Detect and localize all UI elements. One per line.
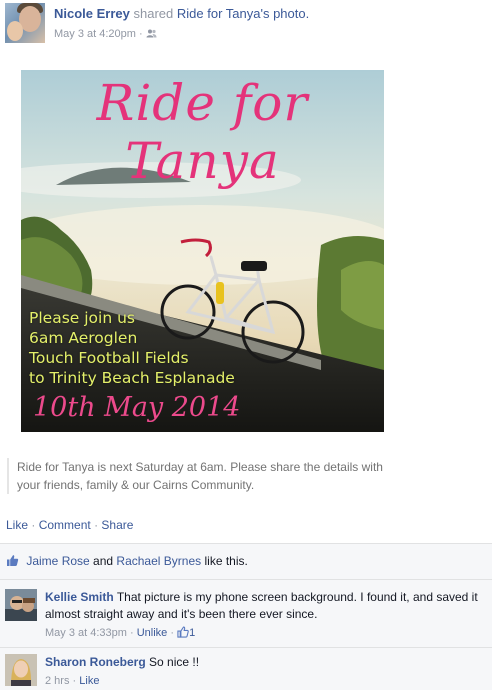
author-avatar[interactable] xyxy=(5,3,45,43)
poster-line: 6am Aeroglen xyxy=(29,329,138,347)
action-separator: · xyxy=(94,518,99,532)
likes-summary: Jaime Rose and Rachael Byrnes like this. xyxy=(6,554,248,570)
comment-body: Sharon Roneberg So nice !! 2 hrs · Like xyxy=(45,654,487,690)
post-header: Nicole Errey shared Ride for Tanya's pho… xyxy=(5,3,487,45)
poster-title: Ride for Tanya xyxy=(96,74,309,190)
shared-suffix[interactable]: 's photo. xyxy=(260,6,309,21)
shared-photo[interactable]: Ride for Tanya Please join us 6am Aerogl… xyxy=(21,70,384,432)
post-caption: Ride for Tanya is next Saturday at 6am. … xyxy=(7,458,407,494)
comment-button[interactable]: Comment xyxy=(39,518,91,532)
likes-suffix: like this. xyxy=(204,554,248,568)
post-actions: Like · Comment · Share xyxy=(6,518,133,532)
divider xyxy=(0,647,492,648)
commenter-name-link[interactable]: Kellie Smith xyxy=(45,590,114,604)
like-thumb-icon xyxy=(6,554,19,570)
comment-timestamp[interactable]: 2 hrs xyxy=(45,675,69,687)
likes-and: and xyxy=(93,554,114,568)
divider xyxy=(0,579,492,580)
comment-meta: May 3 at 4:33pm · Unlike · 1 xyxy=(45,625,487,644)
poster-line: Touch Football Fields xyxy=(29,349,189,367)
comment-meta: 2 hrs · Like xyxy=(45,673,487,690)
comment-item: Sharon Roneberg So nice !! 2 hrs · Like xyxy=(5,654,487,690)
commenter-avatar[interactable] xyxy=(5,589,37,621)
friends-icon[interactable] xyxy=(146,29,157,41)
meta-separator: · xyxy=(72,675,77,687)
share-button[interactable]: Share xyxy=(101,518,133,532)
meta-separator: · xyxy=(130,627,134,639)
unlike-button[interactable]: Unlike xyxy=(137,627,168,639)
poster-date: 10th May 2014 xyxy=(33,392,241,423)
liker-link[interactable]: Jaime Rose xyxy=(26,554,89,568)
meta-separator: · xyxy=(170,627,175,639)
comment-timestamp[interactable]: May 3 at 4:33pm xyxy=(45,627,127,639)
action-separator: · xyxy=(31,518,36,532)
caption-line: Ride for Tanya is next Saturday at 6am. … xyxy=(17,460,383,474)
feedback-section: Jaime Rose and Rachael Byrnes like this.… xyxy=(0,543,492,690)
shared-text: shared xyxy=(133,6,174,21)
post-meta: May 3 at 4:20pm · xyxy=(54,28,157,41)
comment-like-count[interactable]: 1 xyxy=(189,627,195,639)
like-button[interactable]: Like xyxy=(6,518,28,532)
comment-like-button[interactable]: Like xyxy=(79,675,99,687)
post-timestamp[interactable]: May 3 at 4:20pm xyxy=(54,28,136,40)
commenter-avatar[interactable] xyxy=(5,654,37,686)
poster-line: Please join us xyxy=(29,309,135,327)
liker-link[interactable]: Rachael Byrnes xyxy=(116,554,201,568)
comment-text: So nice !! xyxy=(149,655,200,669)
caption-line: your friends, family & our Cairns Commun… xyxy=(17,478,255,492)
comment-item: Kellie Smith That picture is my phone sc… xyxy=(5,589,487,645)
poster-details: Please join us 6am Aeroglen Touch Footba… xyxy=(29,308,235,388)
author-name-link[interactable]: Nicole Errey xyxy=(54,6,130,21)
comment-body: Kellie Smith That picture is my phone sc… xyxy=(45,589,487,644)
poster-line: to Trinity Beach Esplanade xyxy=(29,369,235,387)
post-header-line: Nicole Errey shared Ride for Tanya's pho… xyxy=(54,6,309,21)
commenter-name-link[interactable]: Sharon Roneberg xyxy=(45,655,146,669)
like-thumb-icon[interactable] xyxy=(177,626,189,644)
meta-separator: · xyxy=(139,28,143,40)
shared-target-link[interactable]: Ride for Tanya xyxy=(177,6,261,21)
